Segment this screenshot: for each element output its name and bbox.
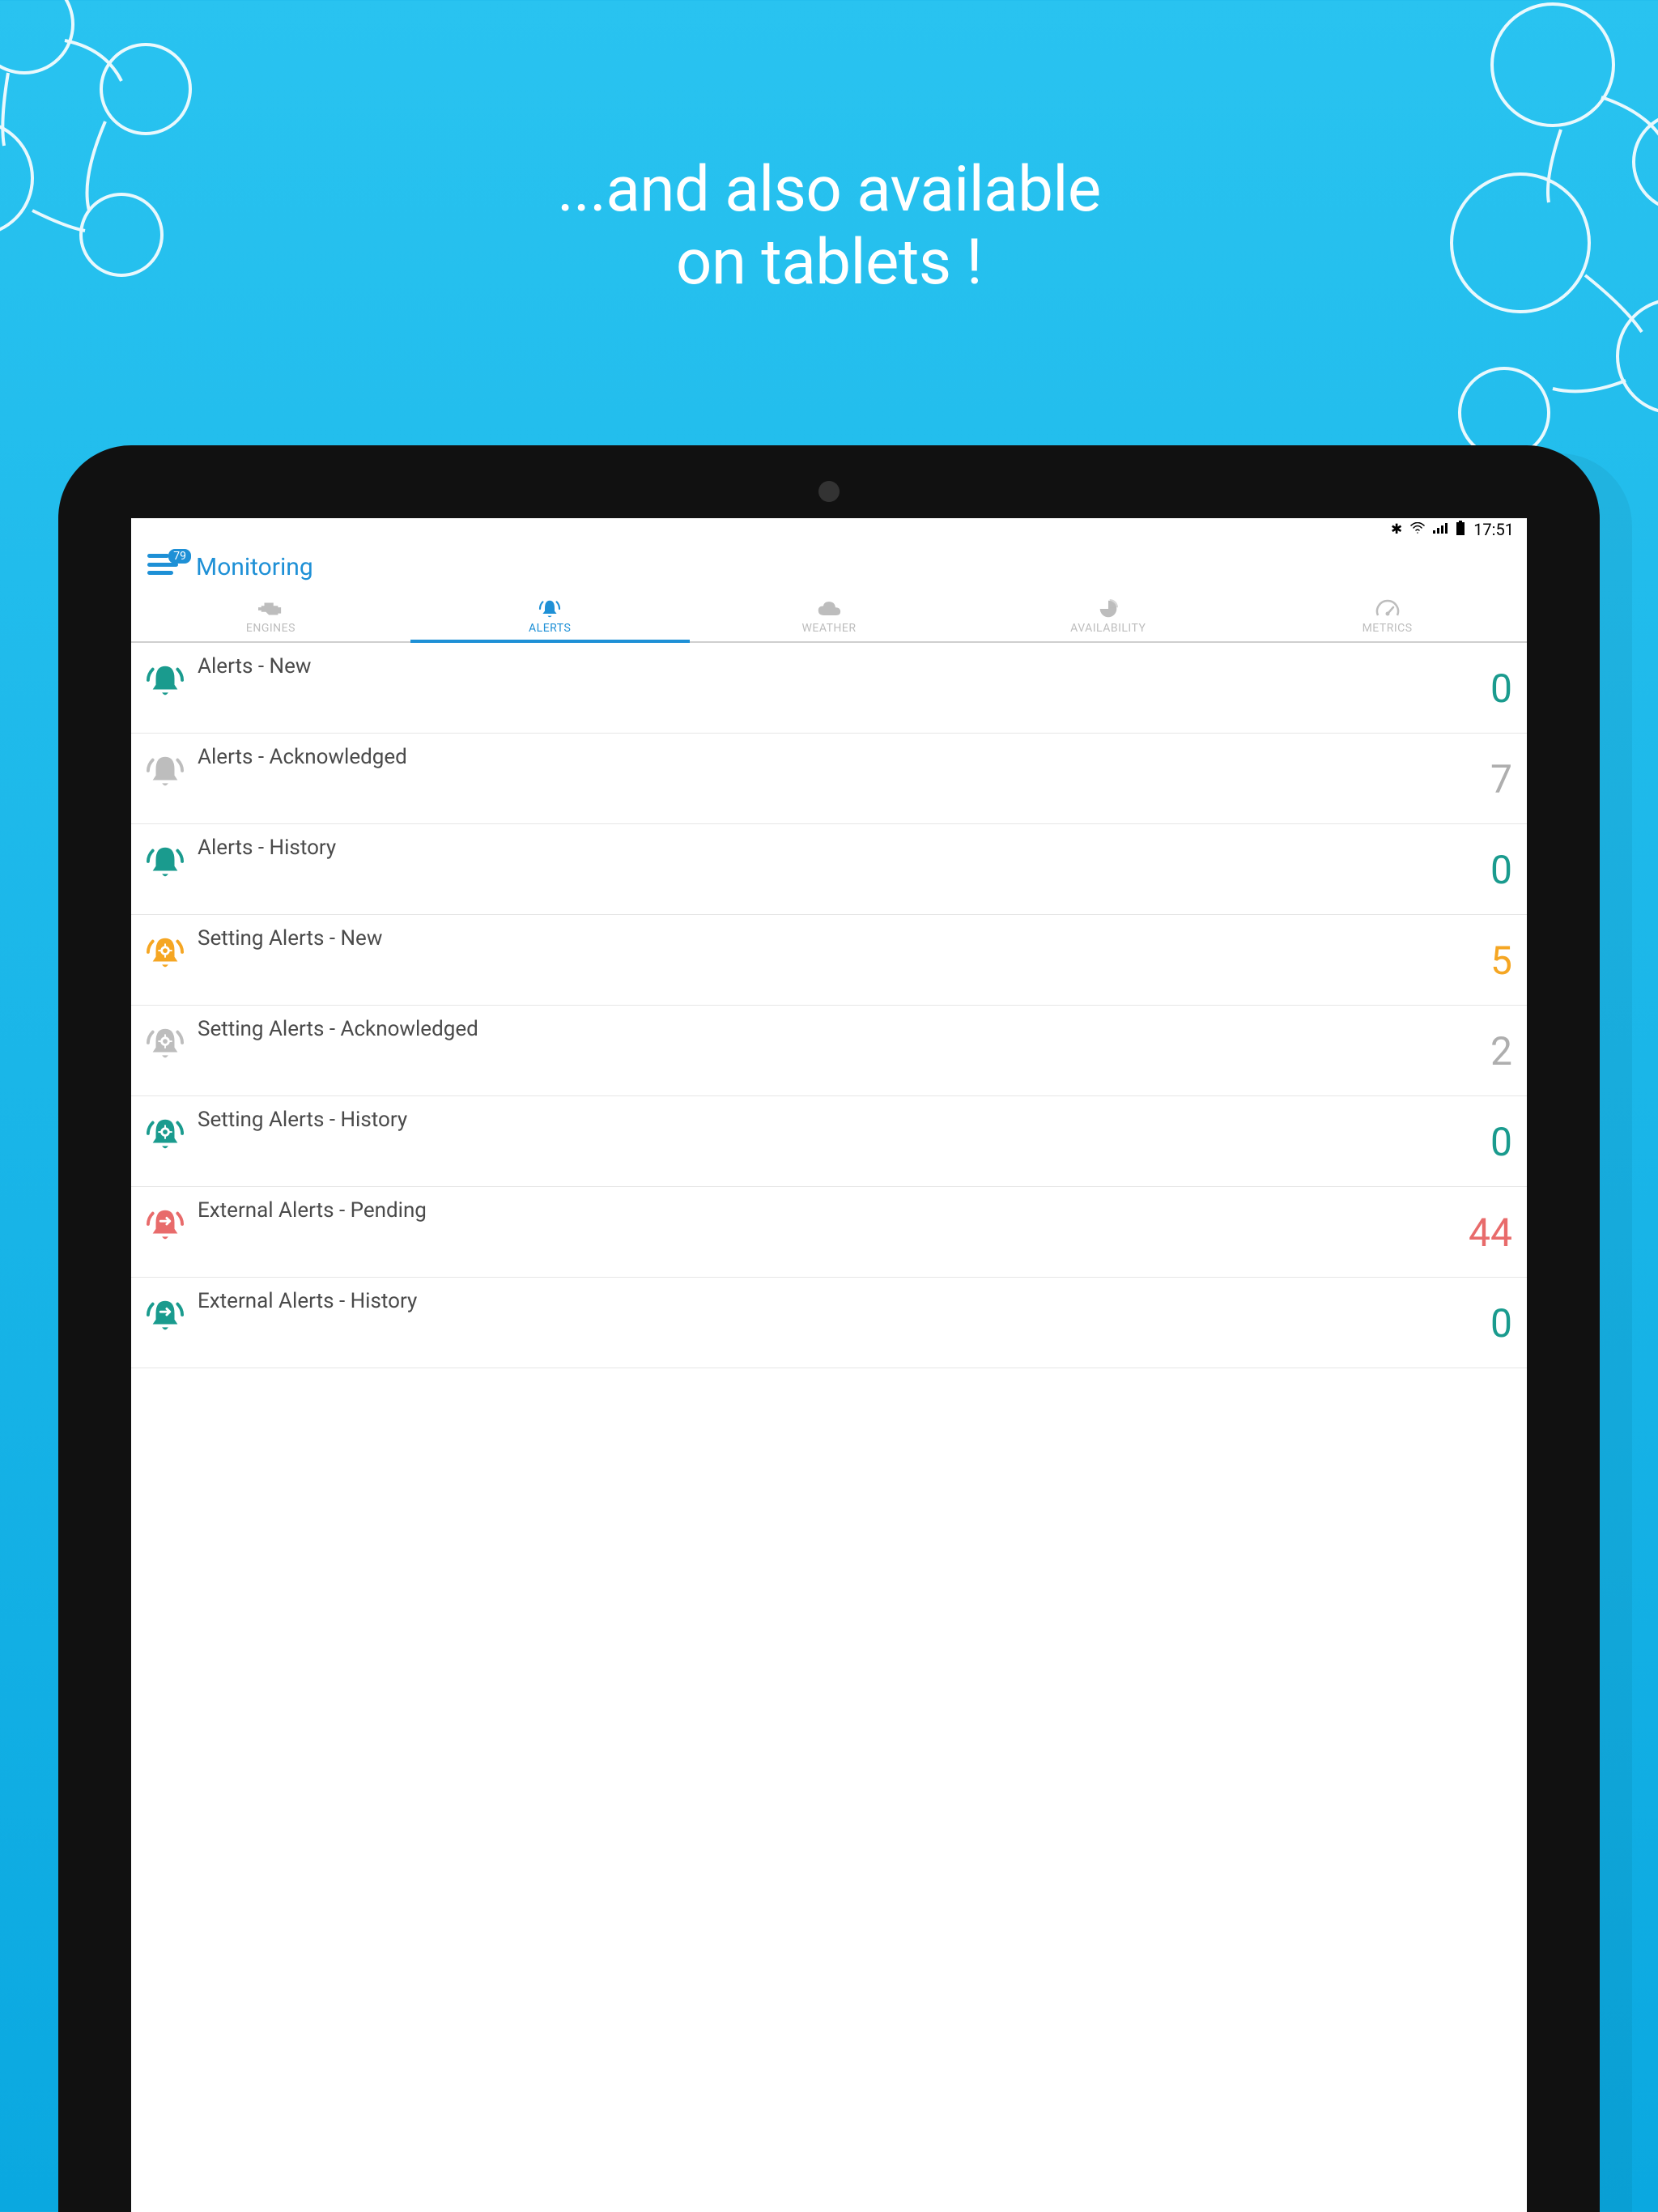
tab-label: AVAILABILITY [1070, 622, 1146, 635]
row-count: 0 [1490, 1119, 1512, 1167]
list-item[interactable]: Alerts - New0 [131, 643, 1527, 734]
row-count: 0 [1490, 847, 1512, 895]
list-item[interactable]: Setting Alerts - Acknowledged2 [131, 1006, 1527, 1096]
tab-metrics[interactable]: METRICS [1248, 593, 1527, 641]
row-title: Alerts - Acknowledged [191, 743, 1490, 769]
bell-ext-icon [139, 1200, 191, 1249]
tab-engines[interactable]: ENGINES [131, 593, 410, 641]
list-item[interactable]: Alerts - History0 [131, 824, 1527, 915]
row-title: Setting Alerts - History [191, 1106, 1490, 1132]
app-screen: ✱ 17:51 79 Monitoring ENGINESALERTSWE [131, 518, 1527, 2212]
status-time: 17:51 [1473, 520, 1514, 539]
tab-weather[interactable]: WEATHER [690, 593, 969, 641]
bell-icon [139, 656, 191, 704]
metrics-icon [1375, 599, 1400, 619]
menu-badge: 79 [168, 549, 191, 564]
bell-icon [139, 837, 191, 886]
weather-icon [817, 599, 841, 619]
list-item[interactable]: External Alerts - History0 [131, 1278, 1527, 1368]
tab-bar: ENGINES ALERTS WEATHER AVAILABILITY METRICS [131, 593, 1527, 643]
row-count: 5 [1490, 938, 1512, 985]
bell-icon [139, 747, 191, 795]
bell-gear-icon [139, 1109, 191, 1158]
wifi-icon [1410, 521, 1425, 538]
row-title: External Alerts - History [191, 1287, 1490, 1313]
list-item[interactable]: Setting Alerts - History0 [131, 1096, 1527, 1187]
row-count: 44 [1469, 1210, 1512, 1257]
status-bar: ✱ 17:51 [131, 518, 1527, 541]
tab-label: ENGINES [246, 622, 295, 635]
row-title: External Alerts - Pending [191, 1197, 1469, 1223]
row-title: Alerts - New [191, 653, 1490, 678]
battery-icon [1456, 521, 1465, 539]
list-item[interactable]: Alerts - Acknowledged7 [131, 734, 1527, 824]
bell-gear-icon [139, 1019, 191, 1067]
tab-label: ALERTS [529, 622, 571, 635]
row-title: Alerts - History [191, 834, 1490, 860]
tab-availability[interactable]: AVAILABILITY [968, 593, 1248, 641]
promo-line-1: ...and also available [557, 153, 1101, 227]
row-count: 0 [1490, 1300, 1512, 1348]
row-title: Setting Alerts - Acknowledged [191, 1015, 1490, 1041]
tab-label: WEATHER [801, 622, 856, 635]
promo-headline: ...and also available on tablets ! [0, 154, 1658, 299]
row-count: 2 [1490, 1028, 1512, 1076]
tablet-camera-icon [818, 481, 840, 502]
app-top-bar: 79 Monitoring [131, 541, 1527, 593]
alerts-icon [538, 599, 562, 619]
bell-ext-icon [139, 1291, 191, 1339]
tab-alerts[interactable]: ALERTS [410, 593, 690, 641]
list-item[interactable]: External Alerts - Pending44 [131, 1187, 1527, 1278]
alert-list: Alerts - New0Alerts - Acknowledged7Alert… [131, 643, 1527, 1368]
list-item[interactable]: Setting Alerts - New5 [131, 915, 1527, 1006]
signal-icon [1433, 521, 1448, 538]
bluetooth-icon: ✱ [1391, 521, 1402, 538]
tablet-frame: ✱ 17:51 79 Monitoring ENGINESALERTSWE [58, 445, 1600, 2212]
app-title: Monitoring [196, 553, 313, 581]
availability-icon [1096, 599, 1120, 619]
row-count: 0 [1490, 666, 1512, 713]
menu-button[interactable]: 79 [147, 554, 181, 580]
engines-icon [258, 599, 283, 619]
row-title: Setting Alerts - New [191, 925, 1490, 951]
bell-gear-icon [139, 928, 191, 976]
tab-label: METRICS [1363, 622, 1413, 635]
promo-line-2: on tablets ! [676, 226, 982, 300]
row-count: 7 [1490, 756, 1512, 804]
